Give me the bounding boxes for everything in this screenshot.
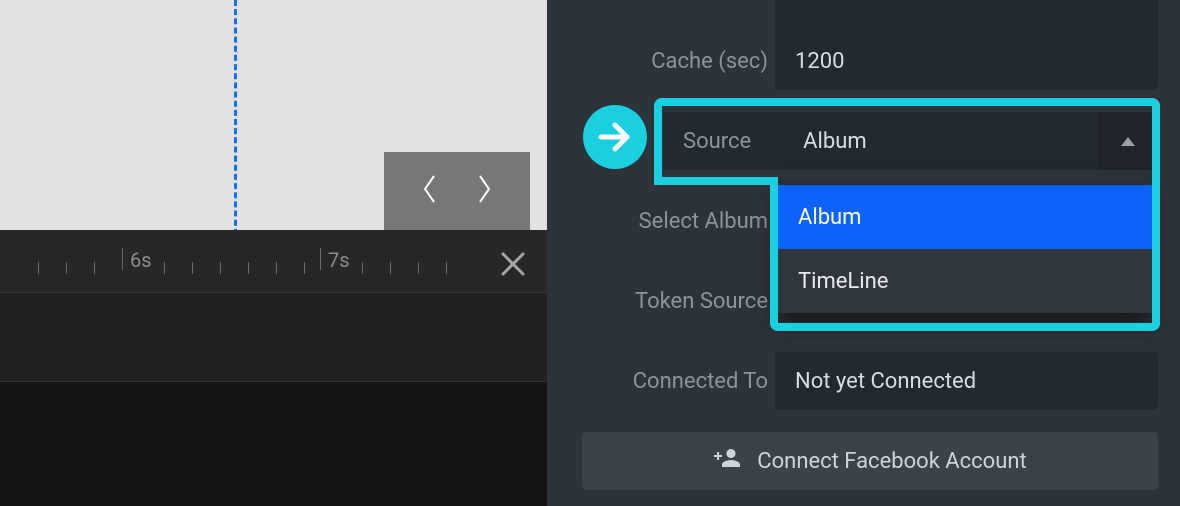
value-source: Album [781, 129, 866, 154]
select-source[interactable]: Source Album [663, 112, 1158, 170]
label-source: Source [663, 129, 781, 154]
row-connected: Connected To Not yet Connected [547, 352, 1158, 410]
ruler-tick-6s: 6s [130, 248, 152, 272]
arrow-right-icon [583, 105, 647, 169]
connect-facebook-button[interactable]: Connect Facebook Account [582, 432, 1158, 490]
chevron-up-icon [1121, 137, 1135, 146]
source-dropdown-list: Album TimeLine [778, 185, 1152, 313]
playhead-line [234, 0, 237, 244]
value-connected-field: Not yet Connected [775, 352, 1158, 410]
dropdown-toggle[interactable] [1098, 112, 1158, 170]
connect-label: Connect Facebook Account [757, 449, 1026, 474]
row-cache: Cache (sec) 1200 [547, 32, 1158, 90]
value-connected: Not yet Connected [795, 369, 976, 394]
input-cache[interactable]: 1200 [775, 32, 1158, 90]
timeline-track[interactable] [0, 292, 547, 382]
timeline-panel: 6s 7s [0, 0, 547, 506]
label-connected: Connected To [568, 369, 768, 394]
option-album[interactable]: Album [778, 185, 1152, 249]
label-select-album: Select Album [568, 209, 768, 234]
label-token-source: Token Source [568, 289, 768, 314]
option-timeline[interactable]: TimeLine [778, 249, 1152, 313]
preview-nav [384, 152, 530, 230]
highlight-frame [654, 177, 778, 185]
person-add-icon [713, 447, 741, 475]
close-button[interactable] [499, 250, 527, 278]
next-frame-button[interactable] [475, 174, 493, 208]
value-cache: 1200 [795, 49, 844, 74]
timeline-ruler[interactable] [0, 230, 547, 292]
ruler-tick-7s: 7s [328, 248, 350, 272]
label-cache: Cache (sec) [568, 49, 768, 74]
prev-frame-button[interactable] [421, 174, 439, 208]
timeline-empty [0, 382, 547, 506]
